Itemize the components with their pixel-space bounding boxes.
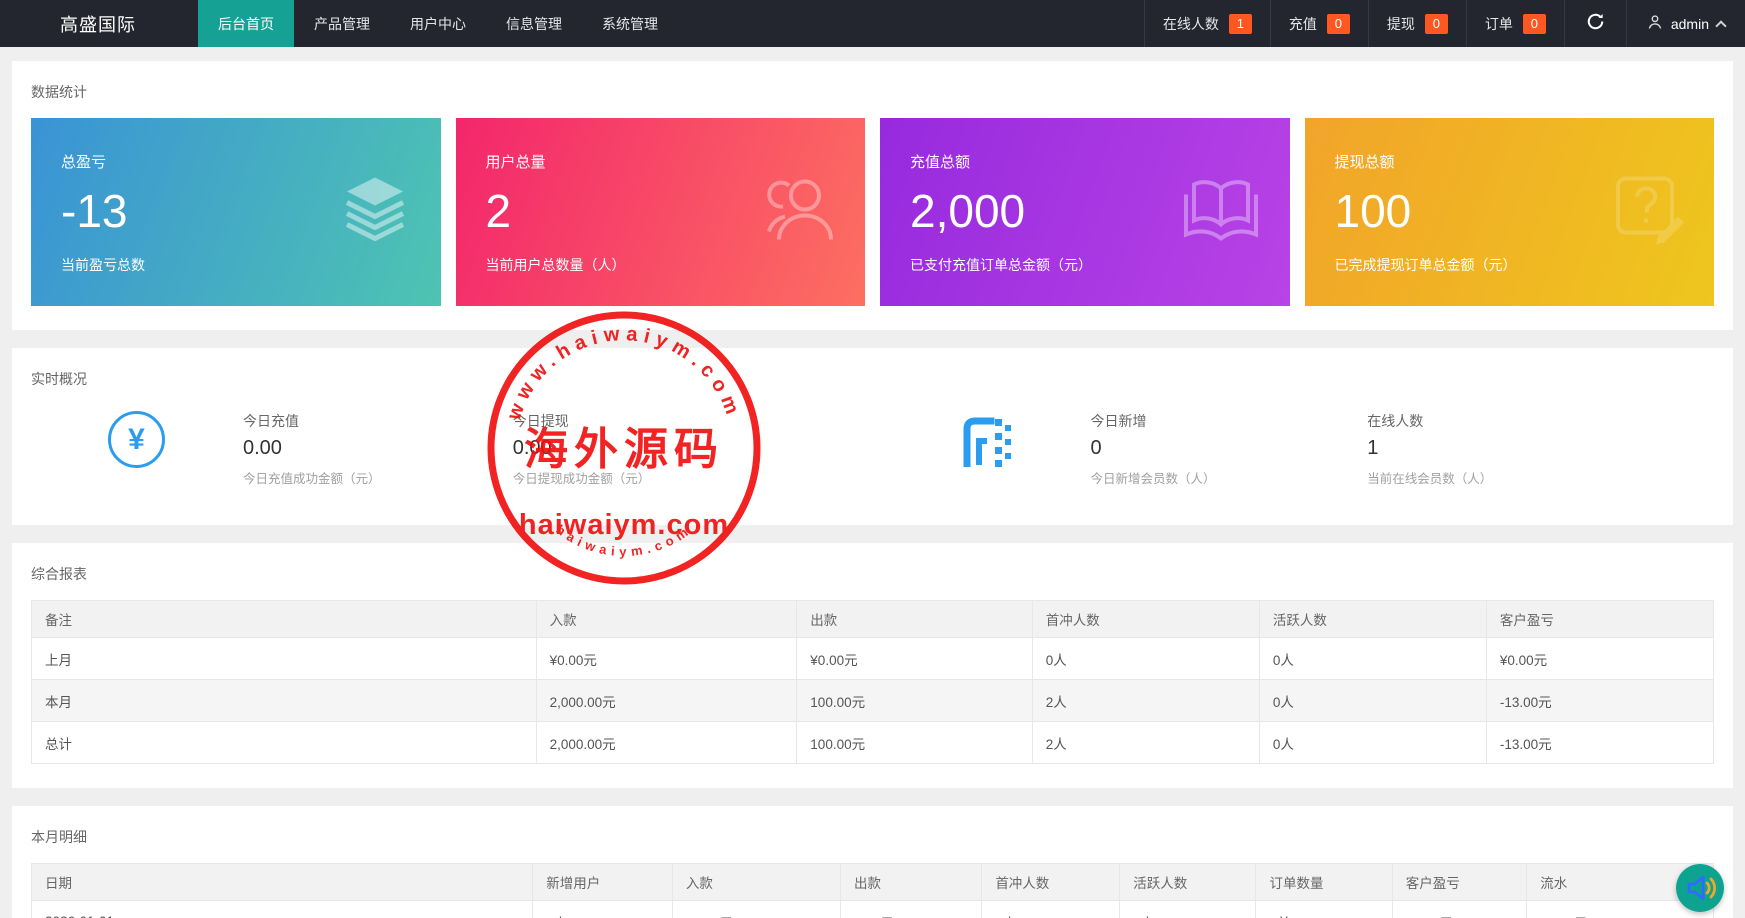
summary-report-panel: 综合报表 备注 入款 出款 首冲人数 活跃人数 客户盈亏 上月 ¥0.00元 ¥… (12, 543, 1733, 788)
withdraw-badge: 0 (1425, 14, 1448, 34)
nav-item-products[interactable]: 产品管理 (294, 0, 390, 47)
summary-report-title: 综合报表 (31, 564, 1714, 584)
status-recharge[interactable]: 充值 0 (1270, 0, 1368, 47)
realtime-panel-title: 实时概况 (31, 369, 1714, 389)
stats-panel: 数据统计 总盈亏 -13 当前盈亏总数 用户总量 2 当前用户总数量（人） (12, 61, 1733, 330)
realtime-item-newusers: 今日新增 0 今日新增会员数（人） (873, 411, 1294, 487)
realtime-columns: ¥ 今日充值 0.00 今日充值成功金额（元） 今日提现 0.00 今日提现成功… (31, 411, 1714, 487)
stats-panel-title: 数据统计 (31, 82, 1714, 102)
stat-card-users: 用户总量 2 当前用户总数量（人） (456, 118, 866, 306)
nav-item-system[interactable]: 系统管理 (582, 0, 678, 47)
month-detail-table: 日期 新增用户 入款 出款 首冲人数 活跃人数 订单数量 客户盈亏 流水 202… (31, 863, 1714, 918)
stat-card-withdraw: 提现总额 100 已完成提现订单总金额（元） (1305, 118, 1715, 306)
chevron-up-icon (1715, 20, 1726, 31)
stat-cards: 总盈亏 -13 当前盈亏总数 用户总量 2 当前用户总数量（人） (31, 118, 1714, 306)
online-count-badge: 1 (1229, 14, 1252, 34)
navbar-right: 在线人数 1 充值 0 提现 0 订单 0 admin (1144, 0, 1745, 47)
table-row-last-month: 上月 ¥0.00元 ¥0.00元 0人 0人 ¥0.00元 (32, 638, 1714, 680)
top-navbar: 高盛国际 后台首页 产品管理 用户中心 信息管理 系统管理 在线人数 1 充值 … (0, 0, 1745, 47)
detail-header-row: 日期 新增用户 入款 出款 首冲人数 活跃人数 订单数量 客户盈亏 流水 (32, 864, 1714, 901)
status-orders[interactable]: 订单 0 (1466, 0, 1564, 47)
nav-item-info[interactable]: 信息管理 (486, 0, 582, 47)
realtime-panel: 实时概况 ¥ 今日充值 0.00 今日充值成功金额（元） 今日提现 0.00 今… (12, 348, 1733, 525)
refresh-button[interactable] (1564, 0, 1626, 47)
recharge-badge: 0 (1327, 14, 1350, 34)
person-icon (1647, 14, 1663, 33)
speaker-icon (1676, 899, 1724, 916)
layers-icon (335, 170, 415, 255)
summary-report-table: 备注 入款 出款 首冲人数 活跃人数 客户盈亏 上月 ¥0.00元 ¥0.00元… (31, 600, 1714, 764)
building-icon (957, 411, 1013, 472)
today-new-value: 0 (1091, 437, 1216, 460)
brand-logo: 高盛国际 (0, 0, 198, 47)
table-row-total: 总计 2,000.00元 100.00元 2人 0人 -13.00元 (32, 722, 1714, 764)
orders-badge: 0 (1523, 14, 1546, 34)
table-row-detail: 2026-01-01 0人 $0.00元 0.00元 0人 0人 0单 $0.0… (32, 901, 1714, 918)
username-label: admin (1671, 16, 1709, 32)
summary-header-row: 备注 入款 出款 首冲人数 活跃人数 客户盈亏 (32, 601, 1714, 638)
main-menu: 后台首页 产品管理 用户中心 信息管理 系统管理 (198, 0, 678, 47)
open-book-icon (1178, 171, 1264, 254)
stat-card-profit: 总盈亏 -13 当前盈亏总数 (31, 118, 441, 306)
nav-item-users[interactable]: 用户中心 (390, 0, 486, 47)
status-online-count[interactable]: 在线人数 1 (1144, 0, 1270, 47)
user-menu[interactable]: admin (1626, 0, 1745, 47)
user-icon (755, 170, 839, 255)
stat-card-recharge: 充值总额 2,000 已支付充值订单总金额（元） (880, 118, 1290, 306)
realtime-item-withdraw: 今日提现 0.00 今日提现成功金额（元） (452, 411, 873, 487)
question-edit-icon (1610, 171, 1688, 254)
table-row-this-month: 本月 2,000.00元 100.00元 2人 0人 -13.00元 (32, 680, 1714, 722)
nav-item-home[interactable]: 后台首页 (198, 0, 294, 47)
status-withdraw[interactable]: 提现 0 (1368, 0, 1466, 47)
today-withdraw-value: 0.00 (513, 437, 651, 460)
today-recharge-value: 0.00 (243, 437, 381, 460)
month-detail-title: 本月明细 (31, 827, 1714, 847)
realtime-item-recharge: ¥ 今日充值 0.00 今日充值成功金额（元） (31, 411, 452, 487)
sound-fab-button[interactable] (1676, 864, 1724, 912)
realtime-item-online: 在线人数 1 当前在线会员数（人） (1293, 411, 1714, 487)
yuan-circle-icon: ¥ (108, 411, 165, 468)
online-now-value: 1 (1367, 437, 1492, 460)
refresh-icon (1586, 12, 1605, 36)
month-detail-panel: 本月明细 日期 新增用户 入款 出款 首冲人数 活跃人数 订单数量 客户盈亏 流… (12, 806, 1733, 918)
